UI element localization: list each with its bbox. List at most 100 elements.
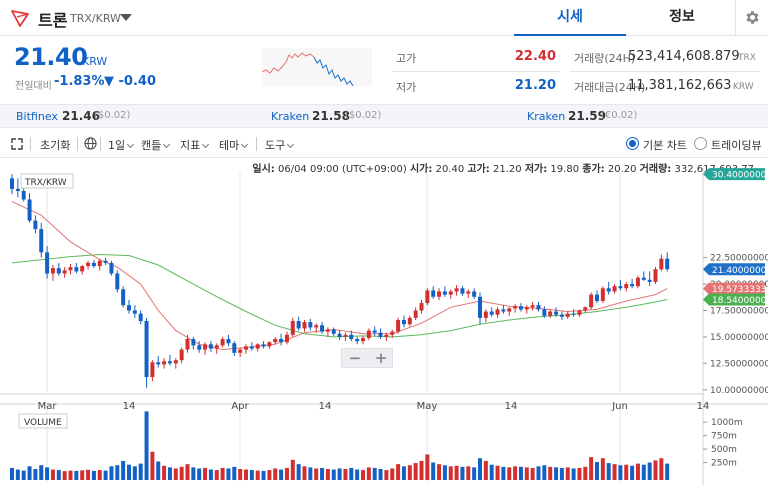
candle-body xyxy=(413,310,418,318)
basic-chart-label: 기본 차트 xyxy=(643,139,687,152)
candle-body xyxy=(460,288,465,294)
volume-bar xyxy=(255,470,260,480)
volume-bars-group xyxy=(10,411,670,480)
volume-bar xyxy=(232,466,237,480)
divider xyxy=(77,137,78,151)
candle-body xyxy=(167,361,172,364)
tab-quote[interactable]: 시세 xyxy=(514,0,626,36)
exchange-bar: Bitfinex 21.46 ($0.02) Kraken 21.58 ($0.… xyxy=(0,104,768,128)
expand-icon[interactable] xyxy=(11,138,23,150)
tools-dropdown[interactable]: 도구 xyxy=(265,137,295,153)
volume-bar xyxy=(612,464,617,480)
candle-body xyxy=(495,309,500,315)
volume-bar xyxy=(384,470,389,480)
volume-bar xyxy=(91,470,96,480)
price-chart-area[interactable]: 일시: 06/04 09:00 (UTC+09:00) 시가: 20.40 고가… xyxy=(0,158,768,485)
volume-bar xyxy=(366,467,371,480)
candle-body xyxy=(156,362,161,365)
change-percent: -1.83% xyxy=(54,74,105,89)
volume-bar xyxy=(600,458,605,480)
volume-bar xyxy=(659,458,664,480)
volume-bar xyxy=(653,460,658,480)
volume-unit: TRX xyxy=(738,53,756,63)
volume-bar xyxy=(290,459,295,480)
candle-body xyxy=(407,317,412,325)
volume-label: 거래량(24H) xyxy=(574,52,636,65)
volume-label: VOLUME xyxy=(24,418,62,428)
exchange-name[interactable]: Bitfinex xyxy=(16,110,58,123)
interval-dropdown[interactable]: 1일 xyxy=(108,137,135,153)
theme-dropdown[interactable]: 테마 xyxy=(219,137,249,153)
candle-body xyxy=(425,290,430,304)
trading-app: 트론 TRX/KRW 시세 정보 21.40 KRW 전일대비 -1.83% ▼… xyxy=(0,0,768,485)
candle-body xyxy=(45,252,50,274)
settings-button[interactable] xyxy=(735,0,768,36)
gear-icon xyxy=(746,11,759,24)
candle-body xyxy=(361,337,365,342)
candle-body xyxy=(109,262,114,274)
candle-body xyxy=(595,294,599,301)
candle-body xyxy=(559,314,564,317)
tab-info[interactable]: 정보 xyxy=(626,0,738,36)
exchange-name[interactable]: Kraken xyxy=(527,110,565,123)
volume-bar xyxy=(460,466,465,480)
volume-bar xyxy=(320,467,325,480)
volume-bar xyxy=(21,470,26,480)
sparkline-up xyxy=(262,52,315,74)
candle-body xyxy=(489,311,494,315)
candle-label: 캔들 xyxy=(141,139,162,152)
header-bar: 트론 TRX/KRW 시세 정보 xyxy=(0,0,768,36)
candle-body xyxy=(279,339,284,343)
candle-body xyxy=(478,296,482,318)
candle-body xyxy=(144,321,149,378)
series-label: TRX/KRW xyxy=(24,178,67,188)
volume-bar xyxy=(68,470,73,480)
high-label: 고가 xyxy=(396,52,417,65)
volume-bar xyxy=(489,464,494,480)
volume-bar xyxy=(483,460,488,480)
volume-tick-label: 750m xyxy=(711,432,737,442)
chart-toolbar: 초기화 1일 캔들 지표 테마 도구 기본 차트 트레이딩뷰 xyxy=(0,130,768,158)
volume-bar xyxy=(80,470,85,480)
candle-dropdown[interactable]: 캔들 xyxy=(141,137,171,153)
volume-bar xyxy=(132,466,137,480)
exchange-name[interactable]: Kraken xyxy=(271,110,309,123)
x-tick-label: Mar xyxy=(38,401,58,412)
reset-button[interactable]: 초기화 xyxy=(40,137,70,153)
volume-bar xyxy=(647,462,652,480)
x-tick-label: May xyxy=(417,401,438,412)
volume-bar xyxy=(214,470,219,480)
candle-body xyxy=(21,191,26,200)
candle-body xyxy=(501,309,506,312)
volume-bar xyxy=(513,466,518,480)
caret-down-icon[interactable] xyxy=(120,14,132,21)
candle-body xyxy=(308,322,313,328)
high-value: 22.40 xyxy=(514,49,556,64)
zoom-in-button[interactable]: + xyxy=(368,349,394,367)
tradingview-radio[interactable] xyxy=(694,137,707,150)
basic-chart-radio[interactable] xyxy=(626,137,639,150)
low-label: 저가 xyxy=(396,81,417,94)
price-unit: KRW xyxy=(82,55,108,68)
candle-body xyxy=(173,360,178,364)
volume-bar xyxy=(589,457,594,480)
volume-tick-label: 500m xyxy=(711,445,737,455)
price-tag-label: 30.40000000 xyxy=(712,171,768,181)
candle-body xyxy=(448,291,453,295)
x-tick-label: Jun xyxy=(611,401,628,412)
candle-body xyxy=(249,346,254,349)
chevron-down-icon xyxy=(241,140,249,149)
candle-body xyxy=(197,345,202,350)
volume-bar xyxy=(284,467,289,480)
candle-body xyxy=(208,344,213,349)
volume-bar xyxy=(337,468,342,480)
globe-icon[interactable] xyxy=(84,137,97,150)
volume-bar xyxy=(74,470,79,480)
candle-body xyxy=(15,188,20,192)
indicator-dropdown[interactable]: 지표 xyxy=(180,137,210,153)
candle-body xyxy=(97,260,102,267)
candlestick-chart[interactable]: 22.5000000020.0000000017.5000000015.0000… xyxy=(0,158,768,485)
candle-body xyxy=(466,291,471,294)
y-tick-label: 12.50000000 xyxy=(710,359,768,369)
zoom-out-button[interactable]: − xyxy=(342,349,368,367)
